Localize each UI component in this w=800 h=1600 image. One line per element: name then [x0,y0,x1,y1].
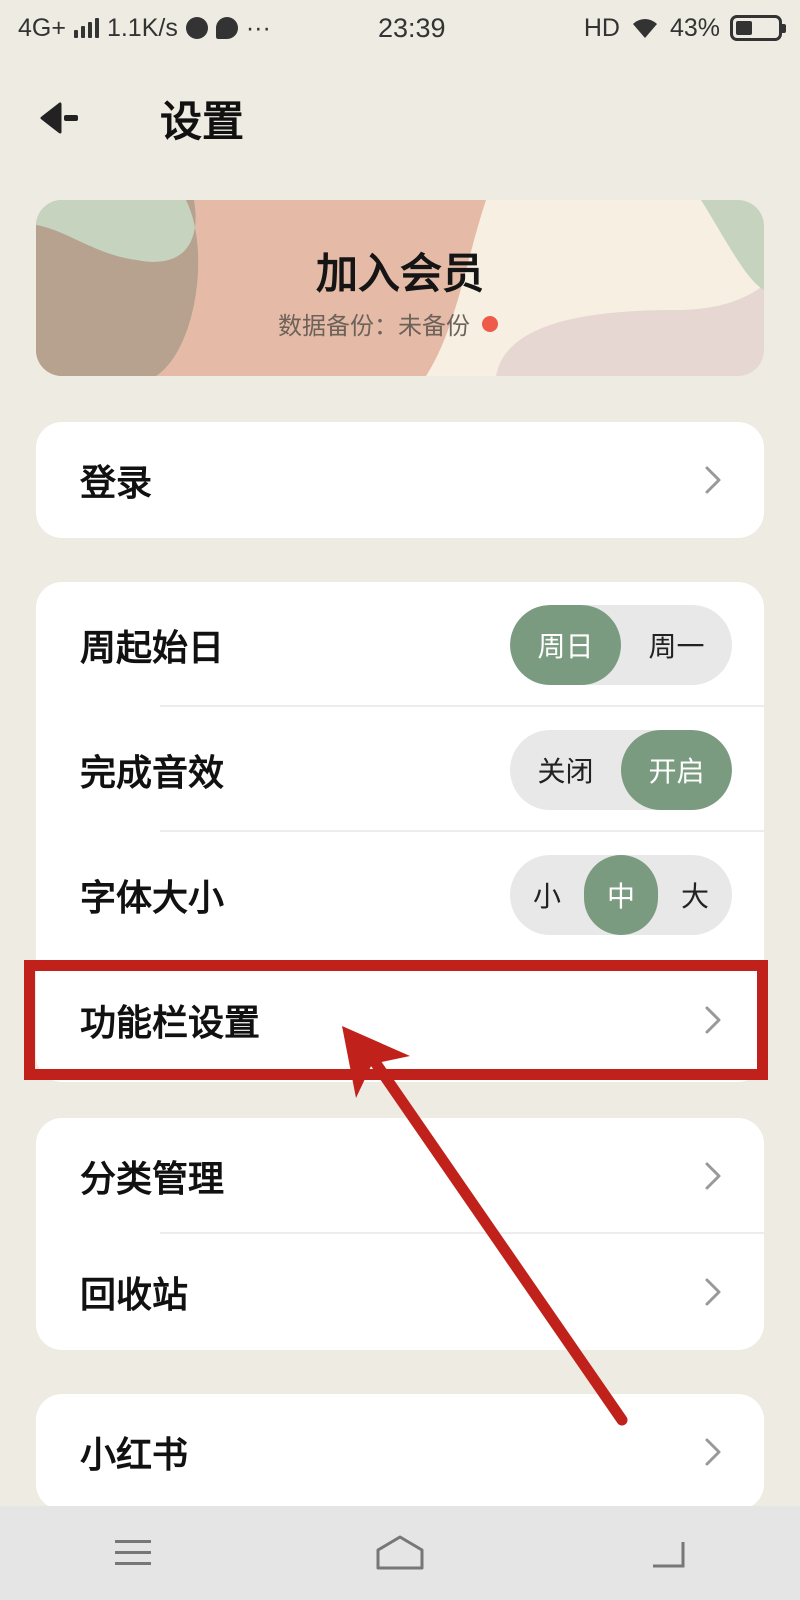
category-label: 分类管理 [80,1159,225,1200]
signal-icon [73,18,99,38]
backup-warning-dot [482,315,498,332]
sound-toggle[interactable]: 关闭 开启 [510,729,732,810]
home-icon [376,1535,424,1570]
xiaohongshu-row[interactable]: 小红书 [36,1394,764,1510]
recycle-row[interactable]: 回收站 [36,1234,764,1350]
font-size-small-option[interactable]: 小 [510,855,584,935]
network-speed: 1.1K/s [106,13,178,42]
font-size-label: 字体大小 [80,877,225,919]
chevron-right-icon [705,1162,721,1190]
chevron-right-icon [705,1278,721,1306]
recycle-label: 回收站 [80,1275,189,1316]
backup-status: 数据备份： 未备份 [278,306,498,341]
week-start-sunday-option[interactable]: 周日 [510,604,621,685]
sound-off-option[interactable]: 关闭 [510,730,621,810]
chevron-right-icon [705,1006,721,1033]
status-bar: 4G+ 1.1K/s ··· 23:39 HD 43% [0,0,800,56]
week-start-label: 周起始日 [80,627,225,669]
page-title: 设置 [160,97,245,146]
clock: 23:39 [378,12,446,43]
login-label: 登录 [80,463,153,504]
member-title: 加入会员 [315,249,484,298]
font-size-toggle[interactable]: 小 中 大 [510,854,732,935]
home-button[interactable] [370,1528,430,1578]
sound-on-option[interactable]: 开启 [621,729,732,810]
battery-icon [730,15,786,41]
chevron-right-icon [705,1438,721,1466]
more-notifications-icon: ··· [245,13,271,42]
week-start-row: 周起始日 周日 周一 [36,582,764,707]
sound-row: 完成音效 关闭 开启 [36,707,764,832]
settings-card: 周起始日 周日 周一 完成音效 关闭 开启 字体大小 小 中 大 功能栏设置 [36,582,764,1082]
backup-value: 未备份 [398,312,470,340]
system-nav-bar [0,1506,800,1600]
hd-indicator: HD [583,13,620,42]
back-button[interactable] [38,98,86,138]
app-notification-icon [185,17,208,39]
wifi-icon [632,19,657,38]
font-size-medium-option[interactable]: 中 [584,854,658,935]
login-card: 登录 [36,422,764,538]
back-arrow-icon [40,102,78,134]
manage-card: 分类管理 回收站 [36,1118,764,1350]
settings-screen: 4G+ 1.1K/s ··· 23:39 HD 43% 设置 加入会员 数据备份… [0,0,800,1600]
week-start-monday-option[interactable]: 周一 [621,605,732,685]
chevron-right-icon [705,466,721,494]
social-card: 小红书 [36,1394,764,1510]
member-banner[interactable]: 加入会员 数据备份： 未备份 [36,200,764,376]
back-nav-icon [652,1542,685,1568]
category-row[interactable]: 分类管理 [36,1118,764,1234]
xiaohongshu-label: 小红书 [80,1435,189,1476]
toolbar-settings-label: 功能栏设置 [80,1002,261,1044]
sound-label: 完成音效 [80,752,225,794]
header: 设置 [0,80,800,156]
network-type: 4G+ [18,13,66,42]
font-size-large-option[interactable]: 大 [658,855,732,935]
menu-button[interactable] [103,1528,163,1578]
login-row[interactable]: 登录 [36,422,764,538]
message-notification-icon [215,17,238,39]
font-size-row: 字体大小 小 中 大 [36,832,764,957]
toolbar-settings-row[interactable]: 功能栏设置 [36,957,764,1082]
battery-percent: 43% [669,13,720,42]
menu-icon [115,1540,152,1565]
week-start-toggle[interactable]: 周日 周一 [510,604,732,685]
backup-label: 数据备份： [278,312,398,340]
back-nav-button[interactable] [637,1528,697,1578]
